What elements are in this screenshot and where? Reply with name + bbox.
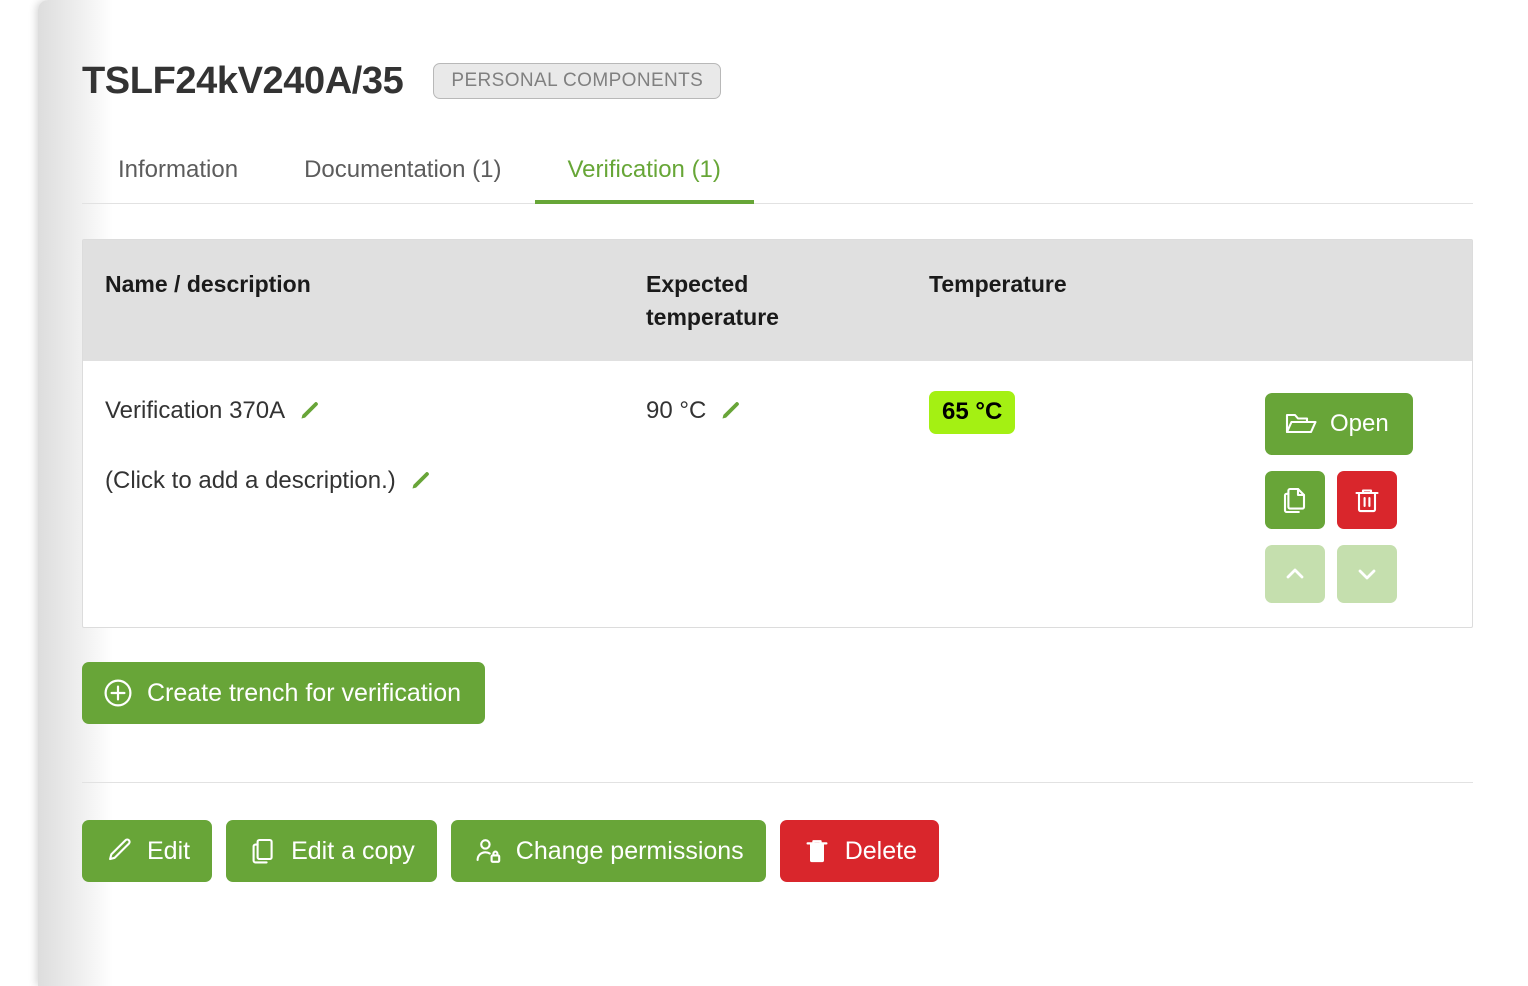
pencil-icon[interactable] xyxy=(296,399,320,423)
chevron-down-icon xyxy=(1352,559,1382,589)
move-up-button[interactable] xyxy=(1265,545,1325,603)
copy-icon xyxy=(1280,485,1310,515)
change-permissions-button[interactable]: Change permissions xyxy=(451,820,766,882)
cell-temperature: 65 °C xyxy=(929,381,1259,603)
pencil-icon[interactable] xyxy=(717,399,741,423)
edit-button-label: Edit xyxy=(147,837,190,866)
duplicate-row-button[interactable] xyxy=(1265,471,1325,529)
pencil-icon xyxy=(104,836,134,866)
open-button[interactable]: Open xyxy=(1265,393,1413,455)
row-actions-reorder xyxy=(1265,545,1397,603)
row-description: (Click to add a description.) xyxy=(105,467,646,495)
copy-icon xyxy=(248,836,278,866)
delete-button-label: Delete xyxy=(845,837,917,866)
row-expected-temperature: 90 °C xyxy=(646,397,929,425)
pencil-icon[interactable] xyxy=(407,469,431,493)
status-badge: PERSONAL COMPONENTS xyxy=(433,63,721,99)
trash-icon xyxy=(802,836,832,866)
cell-expected-temperature: 90 °C xyxy=(646,381,929,603)
tab-verification[interactable]: Verification (1) xyxy=(535,156,754,204)
row-expected-temperature-text: 90 °C xyxy=(646,397,706,425)
open-button-label: Open xyxy=(1330,410,1389,438)
footer-divider xyxy=(82,782,1473,783)
edit-button[interactable]: Edit xyxy=(82,820,212,882)
column-header-expected-temperature: Expected temperature xyxy=(646,268,929,333)
change-permissions-button-label: Change permissions xyxy=(516,837,744,866)
page-header: TSLF24kV240A/35 PERSONAL COMPONENTS xyxy=(82,0,1528,100)
trash-icon xyxy=(1352,485,1382,515)
app-screen: TSLF24kV240A/35 PERSONAL COMPONENTS Info… xyxy=(0,0,1528,986)
row-actions: Open xyxy=(1259,381,1472,603)
person-lock-icon xyxy=(473,836,503,866)
chevron-up-icon xyxy=(1280,559,1310,589)
table-header-row: Name / description Expected temperature … xyxy=(83,240,1472,361)
delete-row-button[interactable] xyxy=(1337,471,1397,529)
column-header-actions xyxy=(1259,268,1472,333)
column-header-expected-line1: Expected xyxy=(646,268,929,301)
row-actions-secondary xyxy=(1265,471,1397,529)
edit-copy-button-label: Edit a copy xyxy=(291,837,415,866)
row-description-text: (Click to add a description.) xyxy=(105,467,396,495)
edit-copy-button[interactable]: Edit a copy xyxy=(226,820,437,882)
row-name-text: Verification 370A xyxy=(105,397,285,425)
column-header-temperature: Temperature xyxy=(929,268,1259,333)
open-folder-icon xyxy=(1285,411,1317,437)
create-verification-label: Create trench for verification xyxy=(147,679,461,708)
create-verification-button[interactable]: Create trench for verification xyxy=(82,662,485,724)
verification-table: Name / description Expected temperature … xyxy=(82,239,1473,628)
delete-button[interactable]: Delete xyxy=(780,820,939,882)
page-content: TSLF24kV240A/35 PERSONAL COMPONENTS Info… xyxy=(82,0,1528,986)
table-row: Verification 370A (Click to add a descri… xyxy=(83,361,1472,627)
tab-information[interactable]: Information xyxy=(82,156,271,204)
column-header-name: Name / description xyxy=(83,268,646,333)
tab-documentation[interactable]: Documentation (1) xyxy=(271,156,534,204)
column-header-expected-line2: temperature xyxy=(646,301,929,334)
page-title: TSLF24kV240A/35 xyxy=(82,62,403,100)
footer-action-bar: Edit Edit a copy xyxy=(82,820,1528,882)
plus-circle-icon xyxy=(102,677,134,709)
temperature-badge: 65 °C xyxy=(929,391,1015,434)
move-down-button[interactable] xyxy=(1337,545,1397,603)
cell-name-description: Verification 370A (Click to add a descri… xyxy=(83,381,646,603)
row-name: Verification 370A xyxy=(105,397,646,425)
tab-bar: Information Documentation (1) Verificati… xyxy=(82,156,1473,204)
